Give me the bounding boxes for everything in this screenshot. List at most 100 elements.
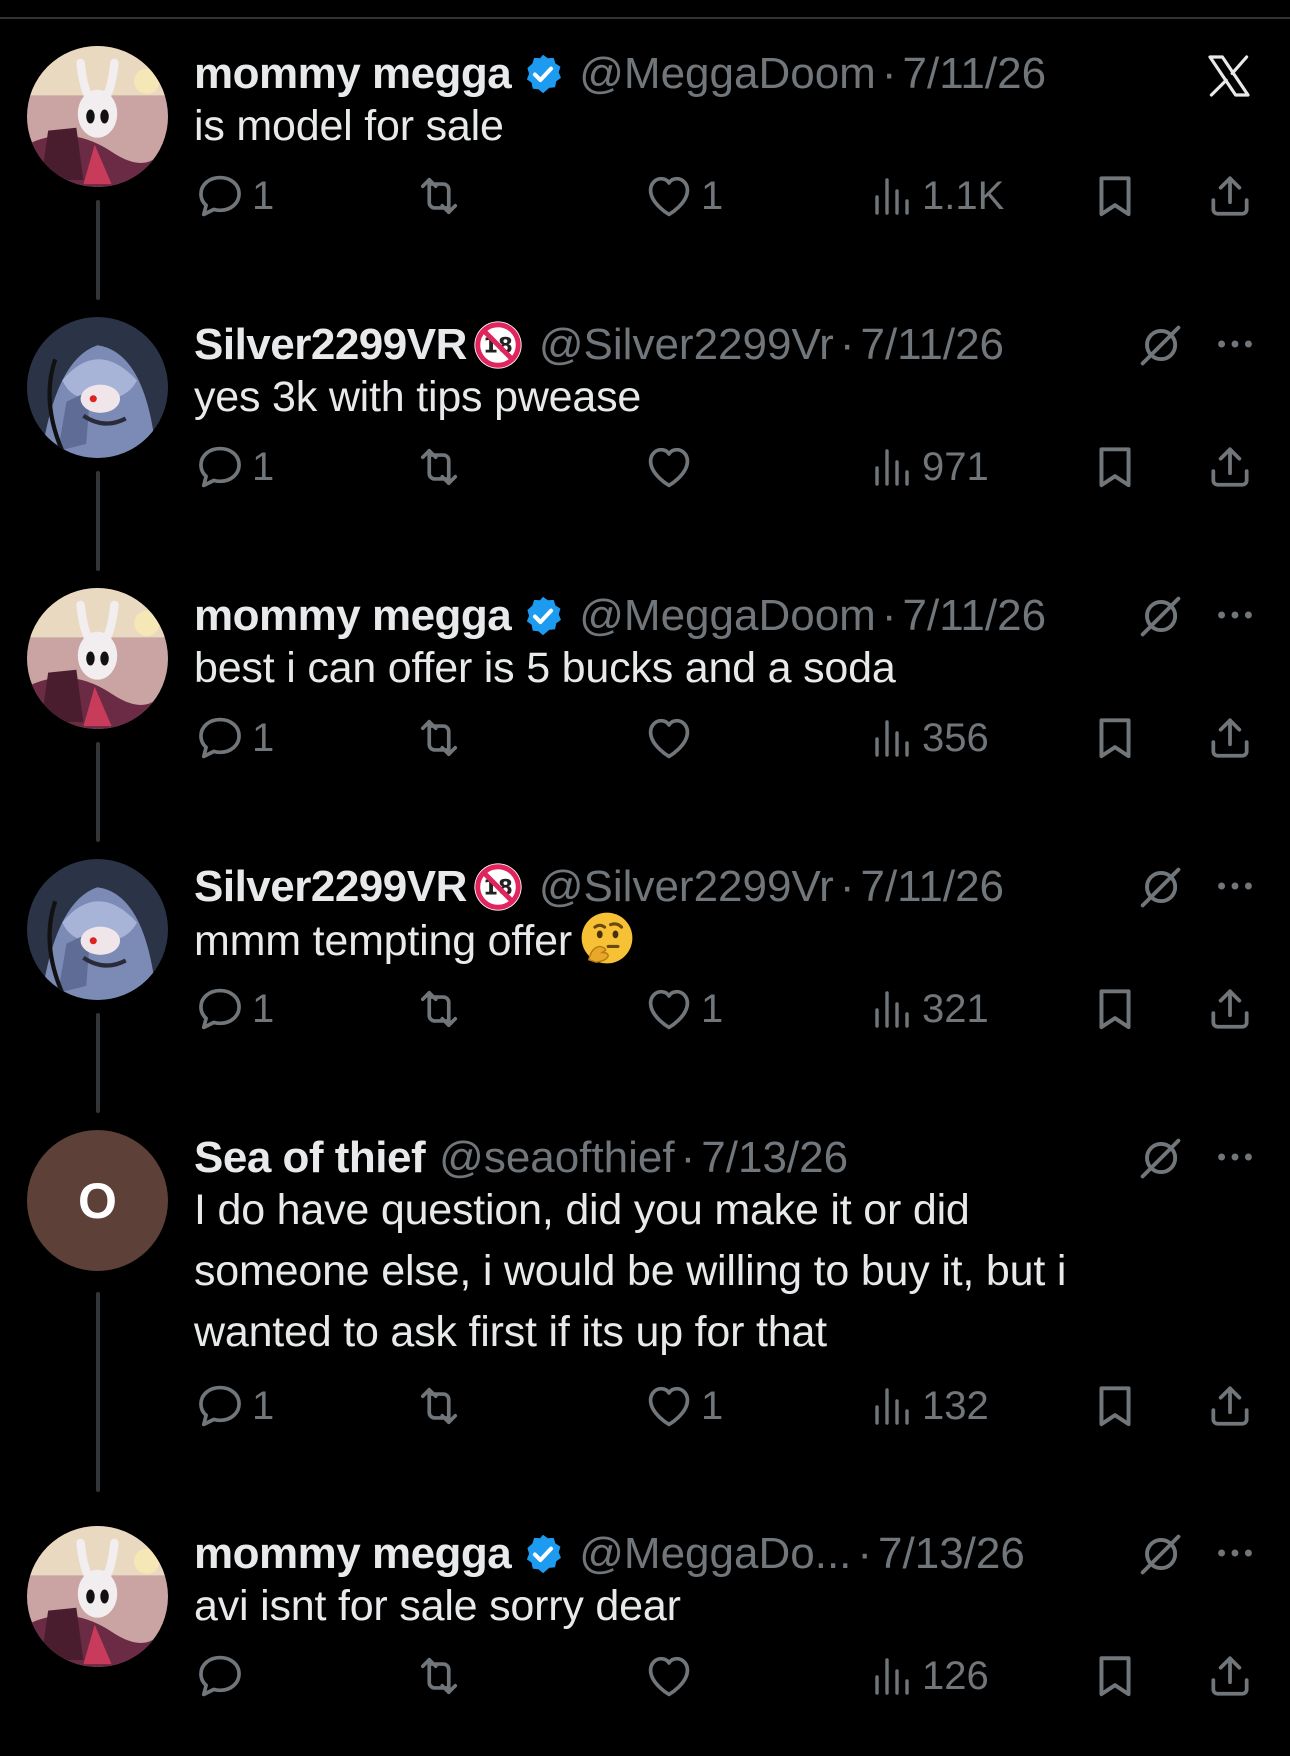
display-name[interactable]: Silver2299VR: [194, 859, 467, 915]
heart-icon: [643, 170, 695, 222]
user-handle[interactable]: @seaofthief: [439, 1130, 674, 1186]
retweet-button[interactable]: [413, 1646, 471, 1706]
views-button[interactable]: 356: [868, 708, 989, 768]
display-name[interactable]: Silver2299VR: [194, 317, 467, 373]
user-handle[interactable]: @Silver2299Vr: [539, 859, 834, 915]
views-icon: [868, 1652, 916, 1700]
tweet-date[interactable]: 7/13/26: [701, 1130, 848, 1186]
reply-count: 1: [252, 1383, 275, 1428]
share-button[interactable]: [1205, 437, 1255, 497]
like-count: 1: [701, 986, 724, 1031]
retweet-button[interactable]: [413, 979, 471, 1039]
like-button[interactable]: 1: [643, 1376, 723, 1436]
share-button[interactable]: [1205, 1646, 1255, 1706]
action-bar: 1 1 1.1K: [0, 166, 1290, 226]
tweet-date[interactable]: 7/11/26: [903, 46, 1047, 102]
bookmark-button[interactable]: [1090, 166, 1140, 226]
more-options-icon[interactable]: [1212, 592, 1258, 638]
reply-icon: [194, 712, 246, 764]
bookmark-button[interactable]: [1090, 1646, 1140, 1706]
views-icon: [868, 443, 916, 491]
bookmark-icon: [1090, 442, 1140, 492]
grok-icon[interactable]: [1134, 1132, 1186, 1184]
retweet-button[interactable]: [413, 708, 471, 768]
views-button[interactable]: 132: [868, 1376, 989, 1436]
separator-dot: ·: [857, 1529, 873, 1578]
views-button[interactable]: 971: [868, 437, 989, 497]
display-name[interactable]: mommy megga: [194, 588, 512, 644]
reply-button[interactable]: [194, 1646, 252, 1706]
grok-icon[interactable]: [1134, 861, 1186, 913]
avatar-letter: O: [78, 1172, 117, 1229]
user-handle[interactable]: @MeggaDo...: [579, 1526, 851, 1582]
separator-dot: ·: [680, 1133, 696, 1182]
reply-button[interactable]: 1: [194, 708, 274, 768]
tweet-date[interactable]: 7/11/26: [860, 317, 1004, 373]
share-icon: [1205, 171, 1255, 221]
share-button[interactable]: [1205, 708, 1255, 768]
like-button[interactable]: [643, 1646, 701, 1706]
share-button[interactable]: [1205, 1376, 1255, 1436]
reply-count: 1: [252, 715, 275, 760]
reply-icon: [194, 983, 246, 1035]
verified-badge-icon: [521, 52, 565, 96]
grok-icon[interactable]: [1134, 590, 1186, 642]
retweet-button[interactable]: [413, 437, 471, 497]
bookmark-button[interactable]: [1090, 708, 1140, 768]
grok-icon[interactable]: [1134, 319, 1186, 371]
share-button[interactable]: [1205, 166, 1255, 226]
separator-dot: ·: [881, 49, 897, 98]
views-button[interactable]: 1.1K: [868, 166, 1004, 226]
reply-count: 1: [252, 986, 275, 1031]
user-handle[interactable]: @MeggaDoom: [579, 588, 876, 644]
user-handle[interactable]: @MeggaDoom: [579, 46, 876, 102]
thinking-face-emoji-icon: [581, 912, 633, 964]
bookmark-button[interactable]: [1090, 437, 1140, 497]
reply-button[interactable]: 1: [194, 979, 274, 1039]
views-button[interactable]: 126: [868, 1646, 989, 1706]
reply-button[interactable]: 1: [194, 437, 274, 497]
display-name[interactable]: mommy megga: [194, 1526, 512, 1582]
tweet-date[interactable]: 7/11/26: [860, 859, 1004, 915]
bookmark-button[interactable]: [1090, 979, 1140, 1039]
bookmark-icon: [1090, 713, 1140, 763]
display-name[interactable]: Sea of thief: [194, 1130, 426, 1186]
more-options-icon[interactable]: [1212, 863, 1258, 909]
avatar[interactable]: O: [27, 1130, 168, 1271]
separator-dot: ·: [881, 591, 897, 640]
separator-dot: ·: [839, 320, 855, 369]
reply-count: 1: [252, 173, 275, 218]
like-button[interactable]: 1: [643, 166, 723, 226]
share-button[interactable]: [1205, 979, 1255, 1039]
share-icon: [1205, 1651, 1255, 1701]
tweet-date[interactable]: 7/11/26: [903, 588, 1047, 644]
like-button[interactable]: [643, 437, 701, 497]
share-icon: [1205, 1381, 1255, 1431]
user-handle[interactable]: @Silver2299Vr: [539, 317, 834, 373]
like-button[interactable]: 1: [643, 979, 723, 1039]
retweet-button[interactable]: [413, 1376, 471, 1436]
tweet-date[interactable]: 7/13/26: [878, 1526, 1025, 1582]
tweet-text: mmm tempting offer: [194, 909, 1204, 972]
tweet-text-content: mmm tempting offer: [194, 917, 572, 965]
more-options-icon[interactable]: [1212, 1134, 1258, 1180]
reply-button[interactable]: 1: [194, 1376, 274, 1436]
view-count: 971: [922, 444, 989, 489]
bookmark-button[interactable]: [1090, 1376, 1140, 1436]
retweet-button[interactable]: [413, 166, 471, 226]
tweet-text: is model for sale: [194, 102, 504, 150]
heart-icon: [643, 1650, 695, 1702]
x-logo-icon: [1208, 55, 1250, 97]
like-button[interactable]: [643, 708, 701, 768]
more-options-icon[interactable]: [1212, 321, 1258, 367]
views-button[interactable]: 321: [868, 979, 989, 1039]
heart-icon: [643, 441, 695, 493]
share-icon: [1205, 984, 1255, 1034]
grok-icon[interactable]: [1134, 1528, 1186, 1580]
reply-button[interactable]: 1: [194, 166, 274, 226]
retweet-icon: [413, 441, 465, 493]
display-name[interactable]: mommy megga: [194, 46, 512, 102]
tweet-header: Sea of thief @seaofthief · 7/13/26: [194, 1130, 848, 1186]
action-bar: 1 971: [0, 437, 1290, 497]
more-options-icon[interactable]: [1212, 1530, 1258, 1576]
